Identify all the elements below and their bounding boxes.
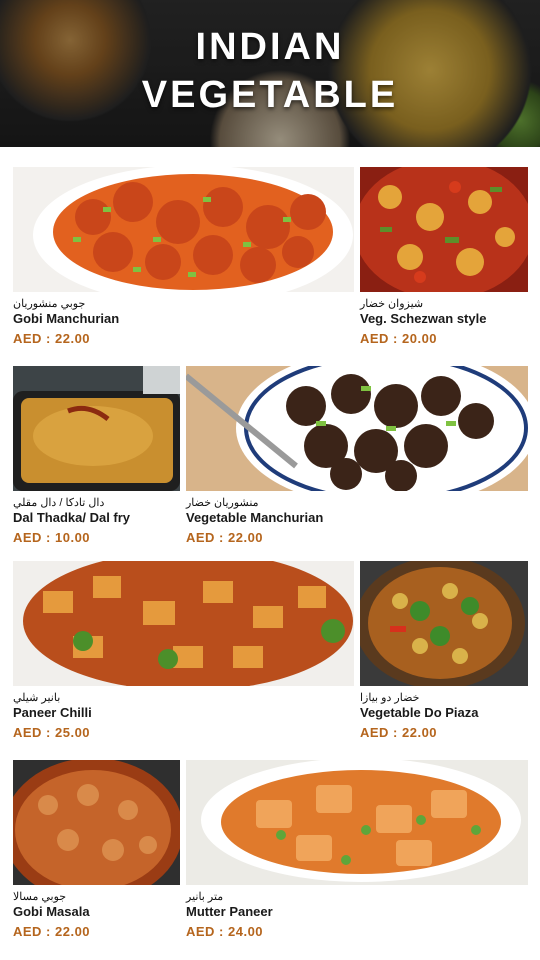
menu-item-vegetable-do-piaza[interactable]: خضار دو بيازا Vegetable Do Piaza AED : 2… — [360, 561, 528, 746]
item-arabic-name: جوبي منشوريان — [13, 298, 86, 310]
item-price: AED : 25.00 — [13, 725, 91, 740]
menu-item-vegetable-manchurian[interactable]: منشوريان خضار Vegetable Manchurian AED :… — [186, 366, 528, 551]
menu-item-mutter-paneer[interactable]: متر بانير Mutter Paneer AED : 24.00 — [186, 760, 528, 945]
item-price: AED : 20.00 — [360, 331, 438, 346]
item-arabic-name: بانير شيلي — [13, 692, 61, 704]
item-name: Paneer Chilli — [13, 705, 92, 720]
item-name: Vegetable Do Piaza — [360, 705, 479, 720]
item-price: AED : 22.00 — [186, 530, 264, 545]
dish-photo-mutter-paneer — [186, 760, 528, 885]
dish-photo-vegetable-do-piaza — [360, 561, 528, 686]
dish-photo-gobi-manchurian — [13, 167, 354, 292]
item-price: AED : 22.00 — [360, 725, 438, 740]
item-name: Gobi Masala — [13, 904, 90, 919]
item-arabic-name: خضار دو بيازا — [360, 692, 420, 704]
page-title-line1: INDIAN — [195, 26, 345, 68]
item-arabic-name: جوبي مسالا — [13, 891, 67, 903]
item-arabic-name: متر بانير — [186, 891, 224, 903]
dish-photo-gobi-masala — [13, 760, 180, 885]
dish-photo-dal-thadka — [13, 366, 180, 491]
menu-item-veg-schezwan[interactable]: شيزوان خضار Veg. Schezwan style AED : 20… — [360, 167, 528, 352]
item-name: Dal Thadka/ Dal fry — [13, 510, 131, 525]
menu-item-gobi-masala[interactable]: جوبي مسالا Gobi Masala AED : 22.00 — [13, 760, 180, 945]
item-price: AED : 10.00 — [13, 530, 91, 545]
item-arabic-name: شيزوان خضار — [360, 298, 424, 310]
header-banner: INDIAN VEGETABLE — [0, 0, 540, 147]
item-arabic-name: دال تادكا / دال مقلي — [13, 497, 105, 509]
item-arabic-name: منشوريان خضار — [186, 497, 259, 509]
dish-photo-vegetable-manchurian — [186, 366, 528, 491]
dish-photo-paneer-chilli — [13, 561, 354, 686]
item-price: AED : 22.00 — [13, 331, 91, 346]
page-title-line2: VEGETABLE — [141, 74, 399, 116]
item-name: Gobi Manchurian — [13, 311, 120, 326]
menu-item-paneer-chilli[interactable]: بانير شيلي Paneer Chilli AED : 25.00 — [13, 561, 354, 746]
item-name: Mutter Paneer — [186, 904, 273, 919]
item-name: Vegetable Manchurian — [186, 510, 324, 525]
item-name: Veg. Schezwan style — [360, 311, 487, 326]
menu-item-gobi-manchurian[interactable]: جوبي منشوريان Gobi Manchurian AED : 22.0… — [13, 167, 354, 352]
item-price: AED : 24.00 — [186, 924, 264, 939]
dish-photo-veg-schezwan — [360, 167, 528, 292]
item-price: AED : 22.00 — [13, 924, 91, 939]
menu-item-dal-thadka[interactable]: دال تادكا / دال مقلي Dal Thadka/ Dal fry… — [13, 366, 180, 551]
